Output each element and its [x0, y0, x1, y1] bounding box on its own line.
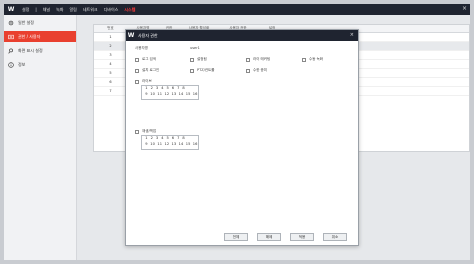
perm-checkbox[interactable]: 수한 종미: [246, 68, 267, 73]
playback-channel-list: 1 2 3 4 5 6 7 8 9 10 11 12 13 14 15 16: [145, 135, 198, 147]
channel-cell[interactable]: 15: [186, 141, 191, 147]
perm-checkbox[interactable]: 설치 로그인: [135, 68, 159, 73]
close-icon[interactable]: ×: [350, 32, 354, 38]
playback-group-checkbox[interactable]: 재생/백업: [135, 129, 156, 134]
apply-button[interactable]: 적용: [290, 233, 314, 241]
user-permission-dialog: W 사용자 권한 × 사용자명 user1 로그 검색 설정됨 라이 매커팅 수…: [125, 29, 359, 246]
top-menu-bar: W 설정 | 채널 녹화 알림 네트워크 디바이스 시스템 ×: [4, 4, 470, 15]
row-number: 3: [109, 53, 112, 57]
username-value: user1: [190, 46, 200, 50]
menu-item-record[interactable]: 녹화: [56, 7, 63, 13]
sidebar-item-label: 권한 / 사용자: [18, 33, 41, 39]
channel-cell[interactable]: 15: [186, 91, 191, 97]
select-all-button[interactable]: 전체: [224, 233, 248, 241]
live-group-checkbox[interactable]: 라이브: [135, 79, 152, 84]
checkbox-box: [135, 79, 139, 84]
row-number: 4: [109, 62, 112, 66]
cancel-button[interactable]: 취소: [323, 233, 347, 241]
channel-cell[interactable]: 11: [157, 91, 162, 97]
perm-checkbox[interactable]: PTZ/컨트롤: [190, 68, 215, 73]
close-icon[interactable]: ×: [462, 5, 467, 12]
checkbox-box: [190, 57, 194, 62]
sidebar-item-user[interactable]: 권한 / 사용자: [4, 31, 76, 42]
channel-cell[interactable]: 10: [150, 91, 155, 97]
sidebar-item-label: 화면 표시 설정: [18, 47, 43, 53]
channel-cell[interactable]: 16: [193, 91, 198, 97]
menu-item-system[interactable]: 시스템: [124, 7, 135, 13]
channel-cell[interactable]: 13: [172, 91, 177, 97]
perm-label: 수동 녹화: [309, 57, 323, 61]
row-number: 1: [109, 35, 112, 39]
gear-icon: [8, 20, 14, 26]
perm-checkbox[interactable]: 설정됨: [190, 57, 207, 62]
perm-label: 로그 검색: [142, 57, 156, 61]
menu-item-network[interactable]: 네트워크: [83, 7, 98, 13]
channel-cell[interactable]: 12: [164, 91, 169, 97]
perm-checkbox[interactable]: 라이 매커팅: [246, 57, 270, 62]
dialog-logo: W: [127, 32, 135, 39]
perm-label: 설정됨: [197, 57, 207, 61]
sidebar: 일반 설정 권한 / 사용자 화면 표시 설정 정보: [4, 15, 77, 260]
checkbox-box: [246, 68, 250, 73]
checkbox-box: [190, 68, 194, 73]
channel-cell[interactable]: 12: [164, 141, 169, 147]
perm-checkbox[interactable]: 로그 검색: [135, 57, 156, 62]
perm-label: PTZ/컨트롤: [197, 68, 215, 72]
group-label: 라이브: [142, 79, 152, 83]
checkbox-box: [246, 57, 250, 62]
app-window: W 설정 | 채널 녹화 알림 네트워크 디바이스 시스템 × 일반 설정 권한…: [0, 0, 474, 264]
row-number: 2: [109, 44, 112, 48]
menu-item-alarm[interactable]: 알림: [69, 7, 76, 13]
channel-line: 9 10 11 12 13 14 15 16: [145, 91, 198, 97]
row-number: 6: [109, 80, 112, 84]
row-number: 5: [109, 71, 112, 75]
clear-button[interactable]: 해제: [257, 233, 281, 241]
user-icon: [8, 34, 14, 40]
menu-item-settings[interactable]: 설정: [22, 7, 29, 13]
brand-logo: W: [7, 6, 15, 13]
channel-cell[interactable]: 9: [145, 141, 148, 147]
channel-cell[interactable]: 11: [157, 141, 162, 147]
channel-cell[interactable]: 16: [193, 141, 198, 147]
checkbox-box: [302, 57, 306, 62]
perm-label: 설치 로그인: [142, 68, 160, 72]
live-channel-list: 1 2 3 4 5 6 7 8 9 10 11 12 13 14 15 16: [145, 85, 198, 97]
sidebar-item-display[interactable]: 화면 표시 설정: [4, 45, 76, 56]
menu-item-channel[interactable]: 채널: [43, 7, 50, 13]
col-header-number: 번호: [107, 26, 114, 30]
channel-cell[interactable]: 10: [150, 141, 155, 147]
username-label: 사용자명: [135, 46, 148, 50]
sidebar-item-info[interactable]: 정보: [4, 59, 76, 70]
menu-item-device[interactable]: 디바이스: [104, 7, 119, 13]
perm-label: 수한 종미: [253, 68, 267, 72]
sidebar-item-label: 일반 설정: [18, 19, 34, 25]
channel-line: 9 10 11 12 13 14 15 16: [145, 141, 198, 147]
group-label: 재생/백업: [142, 129, 157, 133]
sidebar-item-general[interactable]: 일반 설정: [4, 17, 76, 28]
channel-cell[interactable]: 14: [179, 141, 184, 147]
channel-cell[interactable]: 9: [145, 91, 148, 97]
checkbox-box: [135, 68, 139, 73]
perm-checkbox[interactable]: 수동 녹화: [302, 57, 323, 62]
checkbox-box: [135, 129, 139, 134]
sidebar-item-label: 정보: [18, 61, 26, 67]
checkbox-box: [135, 57, 139, 62]
channel-cell[interactable]: 14: [179, 91, 184, 97]
channel-cell[interactable]: 13: [172, 141, 177, 147]
pin-icon: [8, 47, 14, 54]
perm-label: 라이 매커팅: [253, 57, 271, 61]
menu-separator: |: [35, 7, 37, 12]
dialog-title-bar: W 사용자 권한 ×: [126, 30, 358, 41]
info-icon: [8, 61, 14, 68]
dialog-title: 사용자 권한: [138, 32, 158, 38]
row-number: 7: [109, 89, 112, 93]
